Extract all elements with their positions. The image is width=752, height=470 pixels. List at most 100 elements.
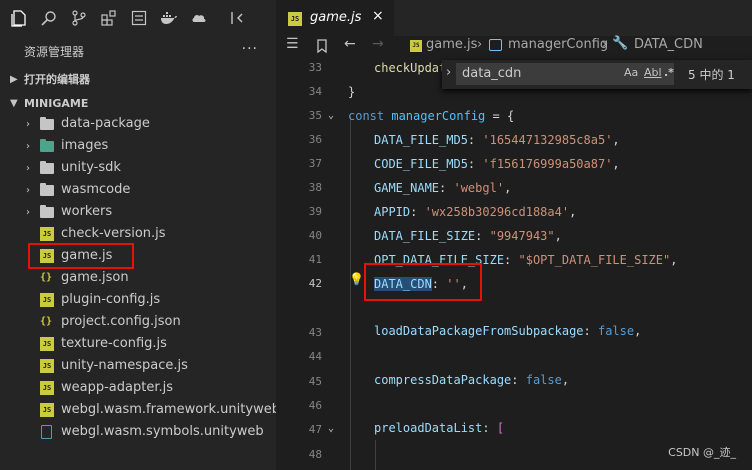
tree-item-label: images (61, 138, 109, 153)
code-line-36: DATA_FILE_MD5: '165447132985c8a5', (374, 133, 620, 147)
tree-item-label: unity-sdk (61, 160, 121, 175)
collapse-panel-icon[interactable] (222, 0, 252, 36)
breadcrumb-property[interactable]: DATA_CDN (634, 37, 703, 52)
code-editor[interactable]: 33 34 35 36 37 38 39 40 41 42 43 44 45 4… (276, 56, 752, 470)
fold-chevron-icon[interactable]: ⌄ (328, 110, 334, 121)
activity-bar (0, 0, 276, 36)
indent-guide (350, 116, 351, 470)
tree-item-label: game.json (61, 270, 129, 285)
remote-explorer-icon[interactable] (124, 0, 154, 36)
code-line-48: preloadDataList: [ (374, 421, 505, 435)
js-file-icon: JS (40, 227, 54, 241)
tree-item-texture-config-js[interactable]: JS texture-config.js (0, 333, 276, 355)
line-number: 46 (308, 399, 322, 412)
object-icon (489, 39, 502, 51)
find-input[interactable]: data_cdn Aa Abl .* (456, 63, 674, 85)
extensions-icon[interactable] (94, 0, 124, 36)
line-number: 34 (308, 85, 322, 98)
json-file-icon: {} (40, 316, 53, 327)
breadcrumb-separator: › (602, 37, 608, 52)
chevron-right-icon: › (26, 118, 30, 130)
tree-item-label: data-package (61, 116, 150, 131)
line-number: 39 (308, 205, 322, 218)
code-line-39: APPID: 'wx258b30296cd188a4', (374, 205, 577, 219)
toggle-replace-icon[interactable]: › (446, 65, 451, 80)
breadcrumb-object[interactable]: managerConfig (508, 37, 608, 52)
tree-item-unity-sdk[interactable]: › unity-sdk (0, 157, 276, 179)
tree-item-unity-namespace-js[interactable]: JS unity-namespace.js (0, 355, 276, 377)
tree-item-project-config-json[interactable]: {} project.config.json (0, 311, 276, 333)
forward-arrow-icon[interactable]: → (372, 36, 384, 52)
line-number: 48 (308, 448, 322, 461)
tab-game-js[interactable]: JS game.js × (276, 0, 394, 36)
code-line-38: GAME_NAME: 'webgl', (374, 181, 512, 195)
breadcrumb-file[interactable]: game.js (426, 37, 477, 52)
js-file-icon: JS (40, 403, 54, 417)
cloud-icon[interactable] (184, 0, 214, 36)
tab-label: game.js (310, 10, 362, 25)
json-file-icon: {} (40, 272, 53, 283)
js-file-icon: JS (288, 12, 302, 26)
wrench-icon: 🔧 (612, 36, 629, 51)
find-widget: › data_cdn Aa Abl .* 5 中的 1 (442, 60, 752, 89)
tree-item-images[interactable]: › images (0, 135, 276, 157)
open-editors-section[interactable]: ▶ 打开的编辑器 (0, 68, 276, 90)
back-arrow-icon[interactable]: ← (344, 36, 356, 52)
tree-item-workers[interactable]: › workers (0, 201, 276, 223)
explorer-title-bar: 资源管理器 ··· (0, 36, 276, 66)
line-number: 44 (308, 350, 322, 363)
code-line-35: const managerConfig = { (348, 109, 515, 123)
tree-item-label: plugin-config.js (61, 292, 161, 307)
fold-chevron-icon[interactable]: ⌄ (328, 423, 334, 434)
lightbulb-icon[interactable]: 💡 (349, 272, 364, 286)
tree-item-data-package[interactable]: › data-package (0, 113, 276, 135)
js-file-icon: JS (40, 337, 54, 351)
folder-icon (40, 117, 54, 131)
line-number: 45 (308, 375, 322, 388)
code-line-33: checkUpdat (374, 61, 447, 75)
match-case-icon[interactable]: Aa (624, 66, 638, 79)
chevron-right-icon: › (26, 184, 30, 196)
tree-item-plugin-config-js[interactable]: JS plugin-config.js (0, 289, 276, 311)
line-number: 41 (308, 253, 322, 266)
tree-item-webgl-symbols[interactable]: webgl.wasm.symbols.unityweb (0, 421, 276, 443)
line-number: 47 (308, 423, 322, 436)
regex-icon[interactable]: .* (664, 66, 674, 79)
js-file-icon: JS (40, 381, 54, 395)
files-icon[interactable] (4, 0, 34, 36)
code-line-46: compressDataPackage: false, (374, 373, 570, 387)
folder-icon (40, 205, 54, 219)
line-number: 38 (308, 181, 322, 194)
match-word-icon[interactable]: Abl (644, 66, 662, 79)
tree-item-label: wasmcode (61, 182, 131, 197)
tree-item-weapp-adapter-js[interactable]: JS weapp-adapter.js (0, 377, 276, 399)
tree-item-label: webgl.wasm.framework.unityweb.js (61, 402, 295, 417)
bookmark-icon[interactable] (316, 36, 328, 57)
line-number: 40 (308, 229, 322, 242)
open-editors-label: 打开的编辑器 (24, 73, 90, 86)
line-number: 33 (308, 61, 322, 74)
find-input-value: data_cdn (462, 66, 522, 81)
chevron-right-icon: › (26, 140, 30, 152)
list-icon[interactable]: ☰ (286, 36, 299, 52)
project-label: MINIGAME (24, 96, 89, 110)
project-section[interactable]: ▼ MINIGAME (0, 92, 276, 114)
tree-item-label: project.config.json (61, 314, 181, 329)
tree-item-game-json[interactable]: {} game.json (0, 267, 276, 289)
docker-icon[interactable] (154, 0, 184, 36)
close-icon[interactable]: × (372, 8, 384, 24)
explorer-sidebar: 资源管理器 ··· ▶ 打开的编辑器 ▼ MINIGAME › data-pac… (0, 36, 294, 470)
chevron-right-icon: › (26, 162, 30, 174)
source-control-icon[interactable] (64, 0, 94, 36)
search-icon[interactable] (34, 0, 64, 36)
folder-icon (40, 161, 54, 175)
tree-item-check-version-js[interactable]: JS check-version.js (0, 223, 276, 245)
tree-item-wasmcode[interactable]: › wasmcode (0, 179, 276, 201)
explorer-title: 资源管理器 (24, 44, 85, 59)
watermark: CSDN @_迹_ (668, 446, 736, 459)
tree-item-webgl-framework-js[interactable]: JS webgl.wasm.framework.unityweb.js (0, 399, 294, 421)
more-actions-icon[interactable]: ··· (242, 41, 258, 57)
breadcrumb: ☰ ← → JS game.js › managerConfig › 🔧 DAT… (276, 36, 752, 56)
line-number: 37 (308, 157, 322, 170)
js-file-icon: JS (40, 359, 54, 373)
